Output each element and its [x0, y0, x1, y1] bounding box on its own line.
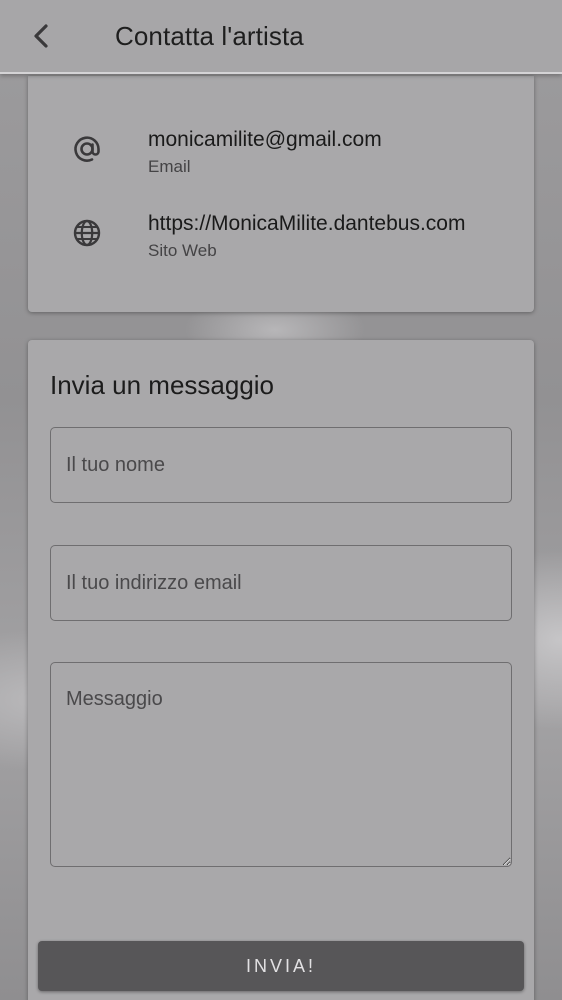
globe-icon	[70, 216, 104, 250]
contact-email-value[interactable]: monicamilite@gmail.com	[148, 128, 382, 152]
contact-item-website[interactable]: https://MonicaMilite.dantebus.com Sito W…	[28, 212, 534, 272]
name-input[interactable]	[50, 427, 512, 503]
contact-website-label: Sito Web	[148, 241, 217, 260]
back-button[interactable]	[26, 19, 56, 53]
submit-button[interactable]: INVIA!	[38, 941, 524, 991]
email-input[interactable]	[50, 545, 512, 621]
at-sign-icon	[70, 132, 104, 166]
message-form-card: Invia un messaggio	[28, 340, 534, 1000]
contact-email-label: Email	[148, 157, 191, 176]
contact-item-email[interactable]: monicamilite@gmail.com Email	[28, 128, 534, 188]
app-header: Contatta l'artista	[0, 0, 562, 74]
contact-info-card: monicamilite@gmail.com Email https://Mon…	[28, 76, 534, 312]
contact-website-value[interactable]: https://MonicaMilite.dantebus.com	[148, 212, 465, 236]
chevron-left-icon	[34, 24, 48, 48]
message-form-title: Invia un messaggio	[50, 370, 275, 400]
page-title: Contatta l'artista	[115, 21, 304, 51]
message-textarea[interactable]	[50, 662, 512, 867]
